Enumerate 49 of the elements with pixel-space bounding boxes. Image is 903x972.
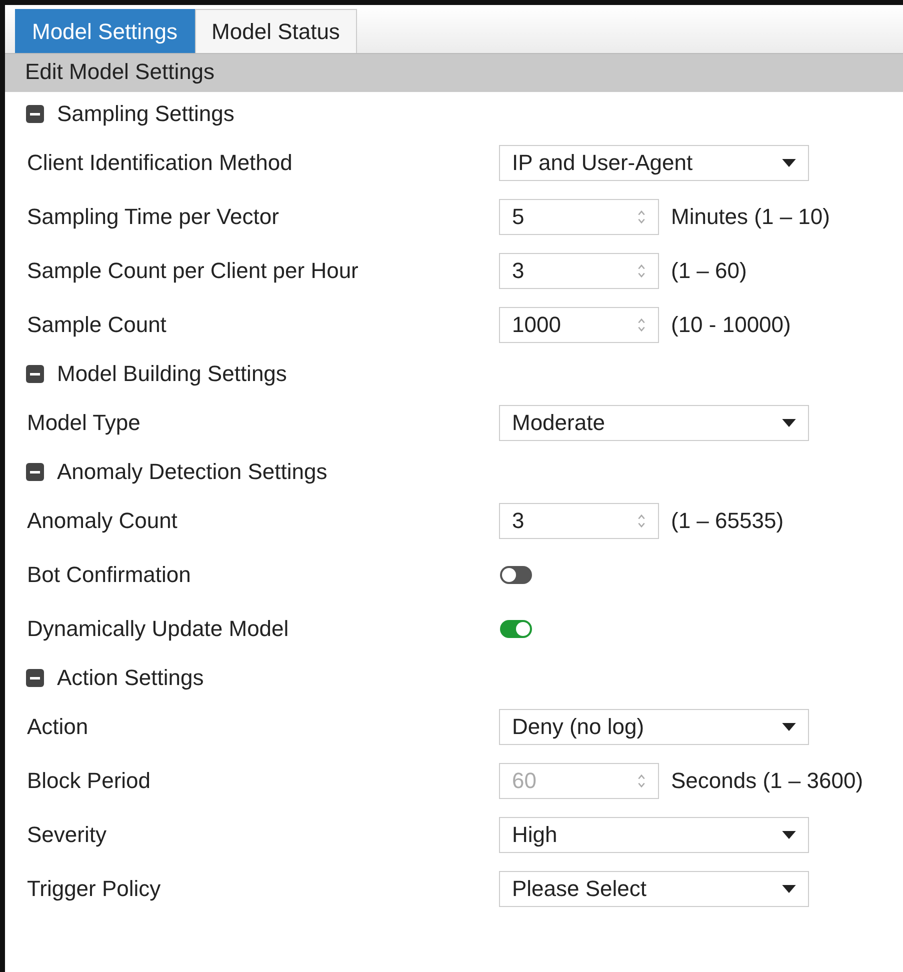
number-field[interactable]: 3 [499, 503, 659, 539]
field-label: Block Period [27, 768, 152, 794]
collapse-icon[interactable] [25, 364, 45, 384]
tab[interactable]: Model Settings [15, 9, 195, 53]
field-label: Client Identification Method [27, 150, 294, 176]
spinner-icon [637, 513, 646, 529]
collapse-icon[interactable] [25, 668, 45, 688]
spinner-icon [637, 317, 646, 333]
field-label: Sample Count [27, 312, 168, 338]
panel-title: Edit Model Settings [5, 54, 903, 92]
field-label: Sample Count per Client per Hour [27, 258, 360, 284]
caret-icon [782, 885, 796, 893]
range-hint: (1 – 60) [671, 258, 747, 284]
field-label: Bot Confirmation [27, 562, 192, 588]
toggle-switch[interactable] [499, 565, 533, 585]
dropdown[interactable]: Moderate [499, 405, 809, 441]
field-label: Severity [27, 822, 108, 848]
number-field[interactable]: 3 [499, 253, 659, 289]
section-title: Sampling Settings [57, 101, 234, 127]
range-hint: Seconds (1 – 3600) [671, 768, 864, 794]
range-hint: (1 – 65535) [671, 508, 784, 534]
section-title: Anomaly Detection Settings [57, 459, 328, 485]
toggle-switch[interactable] [499, 619, 533, 639]
caret-icon [782, 419, 796, 427]
spinner-icon [637, 773, 646, 789]
range-hint: (10 - 10000) [671, 312, 791, 338]
spinner-icon [637, 263, 646, 279]
caret-icon [782, 831, 796, 839]
number-field[interactable]: 1000 [499, 307, 659, 343]
collapse-icon[interactable] [25, 462, 45, 482]
section-title: Model Building Settings [57, 361, 287, 387]
number-field[interactable]: 5 [499, 199, 659, 235]
field-label: Sampling Time per Vector [27, 204, 280, 230]
field-label: Model Type [27, 410, 142, 436]
spinner-icon [637, 209, 646, 225]
field-label: Trigger Policy [27, 876, 162, 902]
tab[interactable]: Model Status [194, 9, 357, 53]
field-label: Dynamically Update Model [27, 616, 290, 642]
range-hint: Minutes (1 – 10) [671, 204, 830, 230]
dropdown[interactable]: Deny (no log) [499, 709, 809, 745]
dropdown[interactable]: High [499, 817, 809, 853]
collapse-icon[interactable] [25, 104, 45, 124]
dropdown[interactable]: Please Select [499, 871, 809, 907]
caret-icon [782, 159, 796, 167]
field-label: Anomaly Count [27, 508, 178, 534]
dropdown[interactable]: IP and User-Agent [499, 145, 809, 181]
caret-icon [782, 723, 796, 731]
section-title: Action Settings [57, 665, 204, 691]
field-label: Action [27, 714, 90, 740]
